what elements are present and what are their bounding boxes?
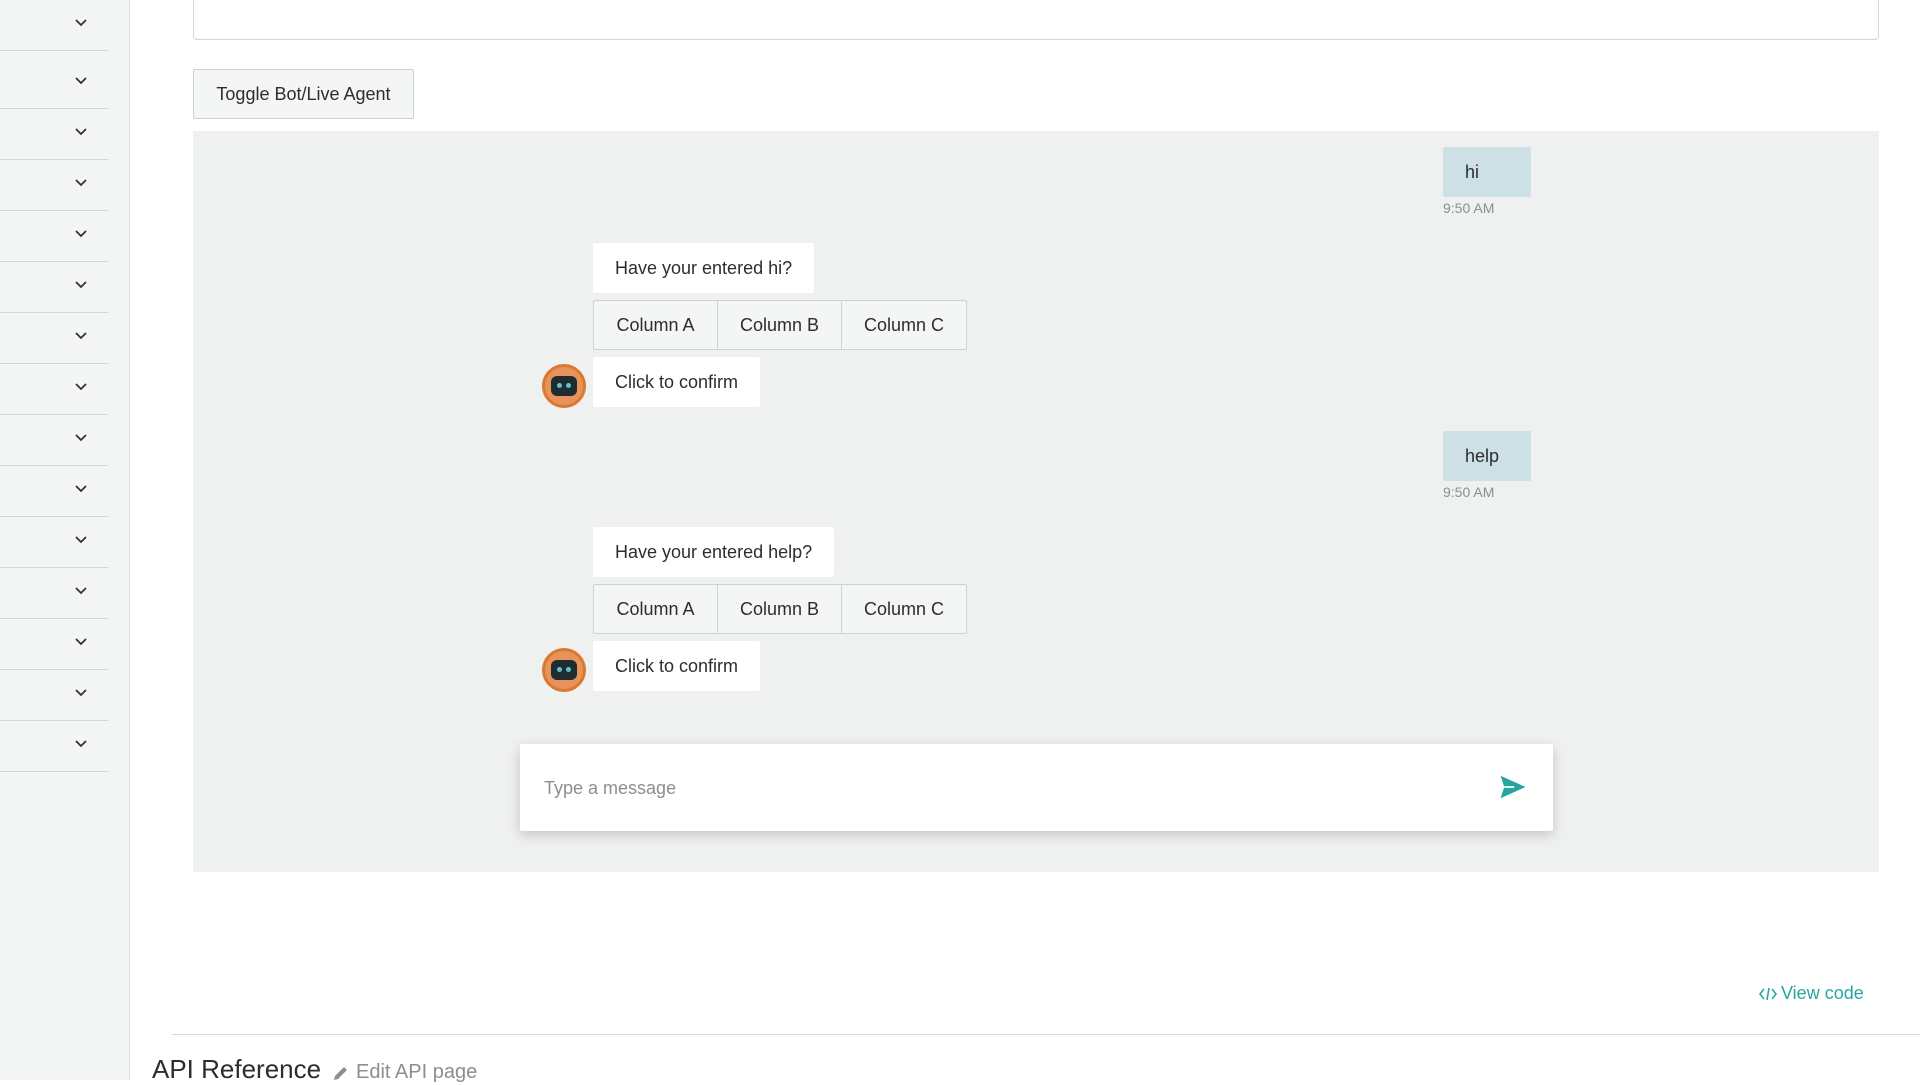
sidebar-item[interactable] [0, 721, 108, 772]
message-composer [520, 744, 1553, 833]
chevron-down-icon [75, 434, 87, 442]
edit-api-page-label: Edit API page [356, 1061, 478, 1083]
sidebar [0, 0, 130, 1080]
option-column-a-button[interactable]: Column A [594, 585, 718, 633]
sidebar-item[interactable] [0, 109, 108, 160]
option-buttons: Column A Column B Column C [593, 584, 967, 634]
sidebar-item[interactable] [0, 364, 108, 415]
chevron-down-icon [75, 128, 87, 136]
sidebar-item[interactable] [0, 58, 108, 109]
chevron-down-icon [75, 179, 87, 187]
api-reference-heading: API Reference [152, 1054, 322, 1084]
description-card [193, 0, 1879, 40]
bot-message: Have your entered help? [593, 527, 835, 577]
edit-api-page-link[interactable]: Edit API page [332, 1061, 477, 1084]
view-code-link[interactable]: View code [1759, 983, 1864, 1004]
option-column-c-button[interactable]: Column C [842, 585, 966, 633]
code-icon [1759, 987, 1777, 1000]
chevron-down-icon [75, 485, 87, 493]
chevron-down-icon [75, 230, 87, 238]
view-code-label: View code [1781, 983, 1864, 1003]
option-column-a-button[interactable]: Column A [594, 301, 718, 349]
bot-avatar-icon [542, 648, 586, 692]
chevron-down-icon [75, 536, 87, 544]
sidebar-item[interactable] [0, 0, 108, 51]
bot-avatar-icon [542, 364, 586, 408]
sidebar-item[interactable] [0, 313, 108, 364]
option-buttons: Column A Column B Column C [593, 300, 967, 350]
option-column-b-button[interactable]: Column B [718, 301, 842, 349]
send-icon[interactable] [1498, 772, 1528, 802]
chevron-down-icon [75, 332, 87, 340]
divider [172, 1034, 1920, 1035]
chevron-down-icon [75, 689, 87, 697]
sidebar-item[interactable] [0, 160, 108, 211]
chevron-down-icon [75, 281, 87, 289]
message-input[interactable] [542, 744, 1486, 833]
user-message: hi [1443, 147, 1531, 197]
chevron-down-icon [75, 77, 87, 85]
message-timestamp: 9:50 AM [1443, 484, 1495, 500]
chevron-down-icon [75, 740, 87, 748]
sidebar-item[interactable] [0, 517, 108, 568]
option-column-b-button[interactable]: Column B [718, 585, 842, 633]
pencil-icon [334, 1066, 347, 1080]
sidebar-item[interactable] [0, 619, 108, 670]
option-column-c-button[interactable]: Column C [842, 301, 966, 349]
chevron-down-icon [75, 19, 87, 27]
chat-window: hi 9:50 AM Have your entered hi? Column … [193, 131, 1879, 872]
bot-message: Have your entered hi? [593, 243, 815, 293]
sidebar-item[interactable] [0, 670, 108, 721]
sidebar-item[interactable] [0, 262, 108, 313]
chevron-down-icon [75, 587, 87, 595]
toggle-bot-live-agent-button[interactable]: Toggle Bot/Live Agent [193, 69, 414, 119]
message-timestamp: 9:50 AM [1443, 200, 1495, 216]
sidebar-item[interactable] [0, 466, 108, 517]
sidebar-item[interactable] [0, 568, 108, 619]
confirm-button[interactable]: Click to confirm [593, 357, 761, 407]
user-message: help [1443, 431, 1531, 481]
sidebar-item[interactable] [0, 415, 108, 466]
confirm-button[interactable]: Click to confirm [593, 641, 761, 691]
chevron-down-icon [75, 638, 87, 646]
sidebar-item[interactable] [0, 211, 108, 262]
chevron-down-icon [75, 383, 87, 391]
